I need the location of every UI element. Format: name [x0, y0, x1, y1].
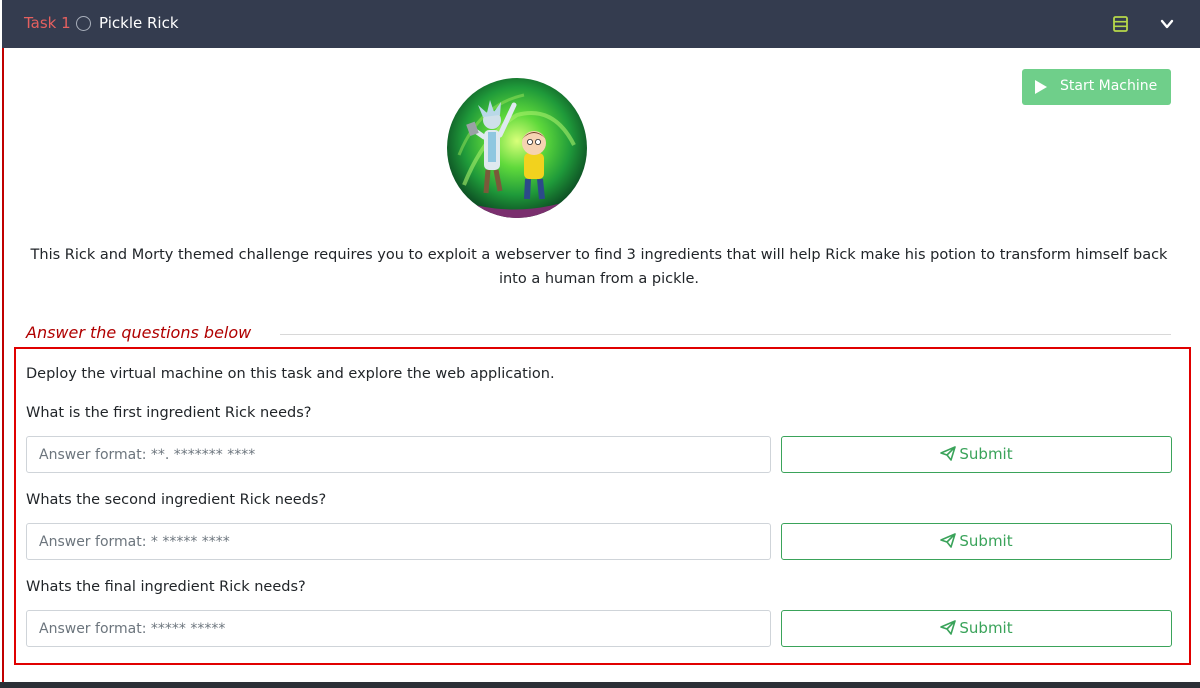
notes-icon[interactable] — [1113, 16, 1128, 32]
submit-1-button[interactable]: Submit — [781, 436, 1172, 473]
chevron-down-icon[interactable] — [1160, 17, 1174, 31]
start-machine-label: Start Machine — [1060, 78, 1158, 94]
answer-2-input[interactable] — [26, 523, 771, 560]
task-header[interactable]: Task 1 Pickle Rick — [2, 0, 1200, 48]
submit-2-button[interactable]: Submit — [781, 523, 1172, 560]
start-machine-button[interactable]: Start Machine — [1022, 69, 1171, 105]
play-icon — [1035, 80, 1047, 94]
answers-heading: Answer the questions below — [26, 323, 252, 342]
paper-plane-icon — [940, 446, 957, 461]
question-1-text: What is the first ingredient Rick needs? — [26, 405, 312, 421]
answers-divider — [280, 334, 1171, 335]
task-description: This Rick and Morty themed challenge req… — [30, 247, 1168, 287]
paper-plane-icon — [940, 533, 957, 548]
submit-1-label: Submit — [959, 445, 1013, 463]
paper-plane-icon — [940, 620, 957, 635]
intro-question-text: Deploy the virtual machine on this task … — [26, 366, 555, 382]
question-2-text: Whats the second ingredient Rick needs? — [26, 492, 327, 508]
submit-3-button[interactable]: Submit — [781, 610, 1172, 647]
question-3-text: Whats the final ingredient Rick needs? — [26, 579, 306, 595]
submit-2-label: Submit — [959, 532, 1013, 550]
rick-and-morty-portal-image — [445, 76, 589, 220]
task-status-circle-icon — [76, 16, 91, 31]
task-title: Pickle Rick — [99, 14, 179, 32]
task-number-label: Task 1 — [24, 14, 71, 32]
answer-3-input[interactable] — [26, 610, 771, 647]
answer-1-input[interactable] — [26, 436, 771, 473]
submit-3-label: Submit — [959, 619, 1013, 637]
bottom-bar — [0, 682, 1200, 688]
